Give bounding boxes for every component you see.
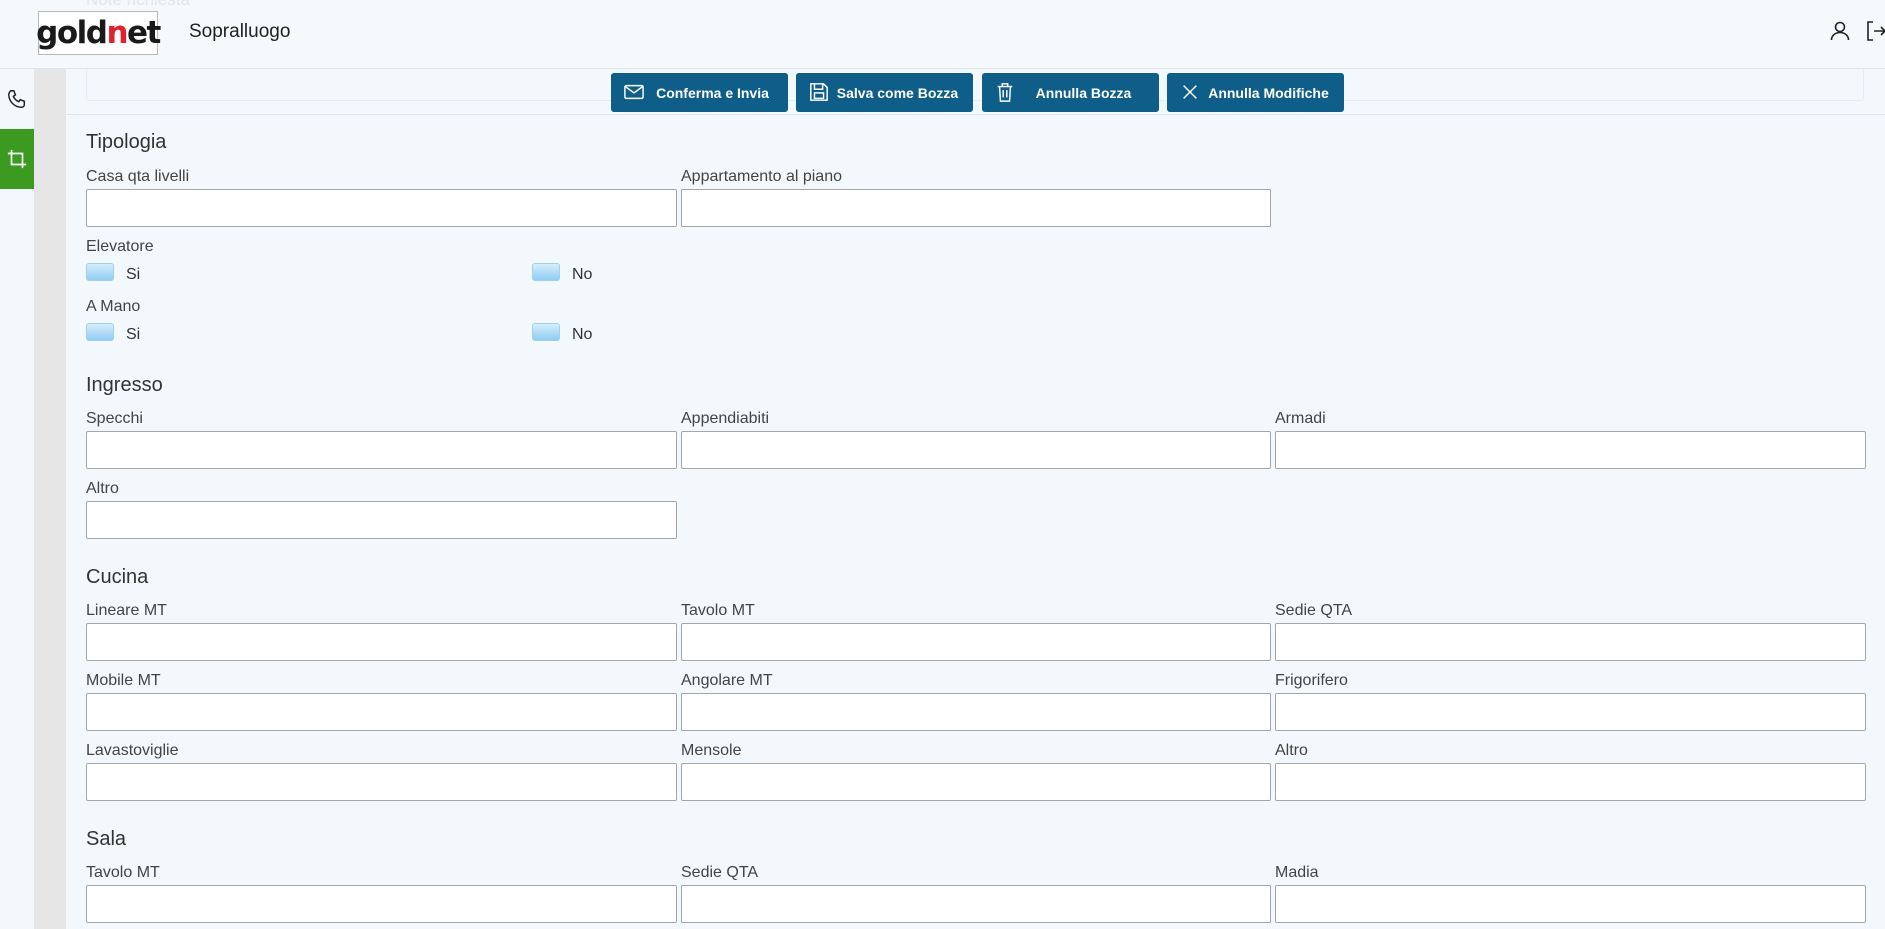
cancel-changes-button[interactable]: Annulla Modifiche (1167, 73, 1344, 112)
lavastoviglie-input[interactable] (86, 763, 677, 801)
sala-sedie-qta-input[interactable] (681, 885, 1271, 923)
section-title-ingresso: Ingresso (86, 374, 163, 396)
phone-icon (8, 90, 26, 108)
logo-text-prefix: gold (36, 15, 108, 51)
goldnet-logo[interactable]: gold n et (36, 11, 161, 55)
a-mano-si-radio[interactable] (86, 323, 114, 341)
save-draft-button[interactable]: Salva come Bozza (796, 73, 973, 112)
casa-qta-livelli-input[interactable] (86, 189, 677, 227)
label-mensole: Mensole (681, 742, 742, 759)
save-draft-label: Salva come Bozza (836, 84, 959, 101)
label-specchi: Specchi (86, 410, 143, 427)
elevatore-no-label: No (572, 266, 593, 283)
frigorifero-input[interactable] (1275, 693, 1866, 731)
section-title-sala: Sala (86, 828, 127, 850)
label-sala-tavolo-mt: Tavolo MT (86, 864, 160, 881)
cancel-draft-button[interactable]: Annulla Bozza (982, 73, 1159, 112)
app-header: Note richiesta goldnet Sopralluogo (0, 0, 1885, 69)
label-mobile-mt: Mobile MT (86, 672, 161, 689)
ghost-field-label: Note richiesta (86, 0, 190, 10)
label-lineare-mt: Lineare MT (86, 602, 167, 619)
specchi-input[interactable] (86, 431, 677, 469)
label-casa-qta-livelli: Casa qta livelli (86, 168, 190, 185)
label-sala-sedie-qta: Sedie QTA (681, 864, 759, 881)
crop-icon (7, 149, 27, 169)
elevatore-si-label: Si (126, 266, 141, 283)
label-cucina-sedie-qta: Sedie QTA (1275, 602, 1353, 619)
label-a-mano: A Mano (86, 298, 141, 315)
label-armadi: Armadi (1275, 410, 1326, 427)
label-elevatore: Elevatore (86, 238, 154, 255)
rail-item-crop[interactable] (0, 129, 34, 189)
logo-text-accent: n (106, 15, 128, 51)
ingresso-altro-input[interactable] (86, 501, 677, 539)
label-frigorifero: Frigorifero (1275, 672, 1348, 689)
cancel-changes-label: Annulla Modifiche (1208, 84, 1329, 101)
madia-input[interactable] (1275, 885, 1866, 923)
angolare-mt-input[interactable] (681, 693, 1271, 731)
label-cucina-altro: Altro (1275, 742, 1308, 759)
label-ingresso-altro: Altro (86, 480, 119, 497)
rail-item-phone[interactable] (0, 69, 34, 129)
confirm-send-button[interactable]: Conferma e Invia (611, 73, 788, 112)
logo-text-suffix: et (127, 15, 161, 51)
label-appartamento-al-piano: Appartamento al piano (681, 168, 842, 185)
appendiabiti-input[interactable] (681, 431, 1271, 469)
cucina-tavolo-mt-input[interactable] (681, 623, 1271, 661)
cucina-sedie-qta-input[interactable] (1275, 623, 1866, 661)
mobile-mt-input[interactable] (86, 693, 677, 731)
confirm-send-label: Conferma e Invia (656, 84, 769, 101)
lineare-mt-input[interactable] (86, 623, 677, 661)
content-gutter (34, 69, 66, 929)
cancel-draft-label: Annulla Bozza (1035, 84, 1132, 101)
a-mano-si-label: Si (126, 326, 141, 343)
label-madia: Madia (1275, 864, 1319, 881)
label-appendiabiti: Appendiabiti (681, 410, 770, 427)
elevatore-no-radio[interactable] (532, 263, 560, 281)
page-title: Sopralluogo (189, 21, 291, 42)
a-mano-no-radio[interactable] (532, 323, 560, 341)
elevatore-si-radio[interactable] (86, 263, 114, 281)
section-title-tipologia: Tipologia (86, 131, 167, 153)
armadi-input[interactable] (1275, 431, 1866, 469)
label-cucina-tavolo-mt: Tavolo MT (681, 602, 755, 619)
section-title-cucina: Cucina (86, 566, 149, 588)
label-lavastoviglie: Lavastoviglie (86, 742, 179, 759)
appartamento-al-piano-input[interactable] (681, 189, 1271, 227)
user-icon[interactable] (1828, 19, 1852, 43)
side-rail (0, 69, 34, 929)
label-angolare-mt: Angolare MT (681, 672, 773, 689)
cucina-altro-input[interactable] (1275, 763, 1866, 801)
a-mano-no-label: No (572, 326, 593, 343)
mensole-input[interactable] (681, 763, 1271, 801)
sala-tavolo-mt-input[interactable] (86, 885, 677, 923)
ghost-field-box (86, 69, 1864, 101)
logout-icon[interactable] (1864, 19, 1885, 43)
